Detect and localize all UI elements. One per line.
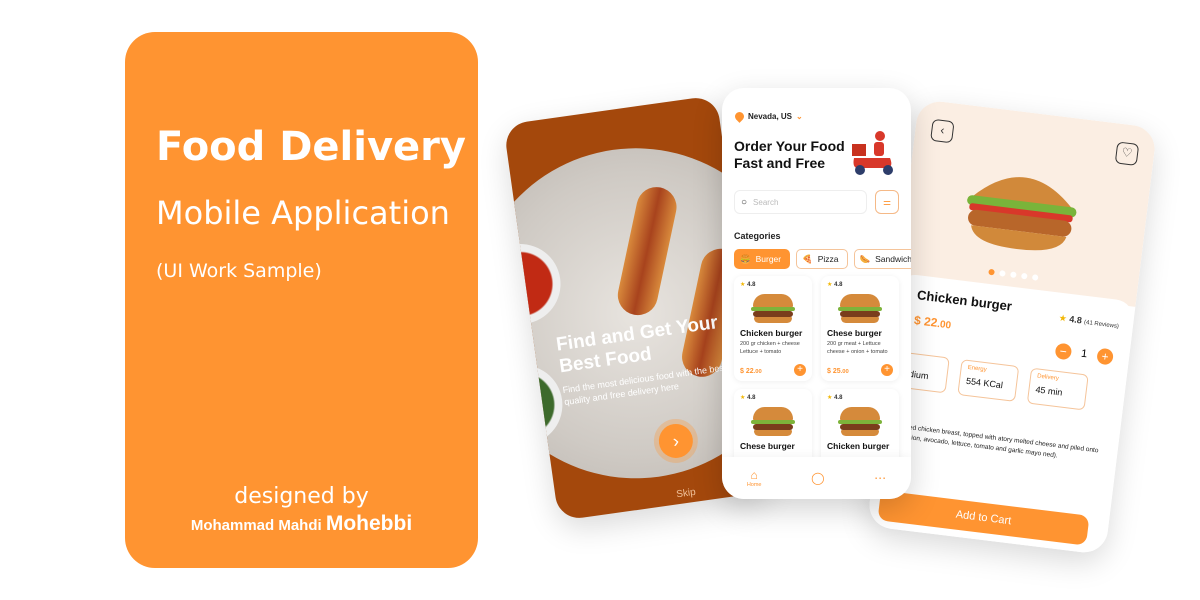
designed-by: designed by xyxy=(234,484,369,509)
star-icon: ★ xyxy=(827,395,833,401)
nav-cart[interactable]: ◯ xyxy=(811,471,824,485)
hero: ‹ ♡ xyxy=(897,98,1158,307)
star-icon: ★ xyxy=(740,395,746,401)
search-icon: ○ xyxy=(741,196,748,208)
nav-home[interactable]: ⌂ Home xyxy=(747,468,762,488)
product-rating: ★ 4.8 (41 Reviews) xyxy=(1058,312,1120,330)
delivery-info: Delivery 45 min xyxy=(1026,367,1089,411)
skip-link[interactable]: Skip xyxy=(676,487,697,501)
ketchup-bowl xyxy=(503,238,566,330)
location-pin-icon xyxy=(733,110,746,123)
location-selector[interactable]: Nevada, US ⌄ xyxy=(733,110,803,123)
about-text: y seasoned chicken breast, topped with a… xyxy=(881,421,1099,460)
chevron-down-icon: ⌄ xyxy=(796,112,803,121)
quantity-stepper[interactable]: −1 + xyxy=(1054,342,1115,366)
burger-image xyxy=(838,407,882,437)
delivery-scooter-icon xyxy=(852,131,893,175)
energy-info: Energy 554 KCal xyxy=(957,359,1020,402)
burger-image xyxy=(751,294,795,324)
star-icon: ★ xyxy=(740,282,746,288)
carousel-dots[interactable] xyxy=(988,268,1039,281)
burger-image xyxy=(967,177,1077,251)
categories-title: Categories xyxy=(734,231,781,241)
chevron-right-icon: › xyxy=(671,430,681,452)
star-icon: ★ xyxy=(827,282,833,288)
headline: Order Your Food Fast and Free xyxy=(734,138,845,171)
promo-title: Food Delivery xyxy=(156,124,466,170)
favorite-heart-icon[interactable]: ♡ xyxy=(1114,141,1140,166)
promo-subtitle: Mobile Application xyxy=(156,194,450,232)
greens-bowl xyxy=(503,359,568,451)
home-icon: ⌂ xyxy=(750,468,758,482)
product-price: $ 22.00 xyxy=(913,313,952,332)
home-screen: Nevada, US ⌄ Order Your Food Fast and Free… xyxy=(722,88,911,499)
bottom-nav: ⌂ Home ◯ ⋯ xyxy=(722,457,911,499)
add-button[interactable]: + xyxy=(794,364,806,376)
author: Mohammad Mahdi Mohebbi xyxy=(190,512,413,535)
product-name: Chicken burger xyxy=(916,287,1013,314)
filter-icon: ⚌ xyxy=(882,197,892,207)
food-card[interactable]: ★ 4.8 Chese burger 200 gr meat + Lettuce c… xyxy=(821,276,899,381)
nav-more[interactable]: ⋯ xyxy=(874,471,886,485)
plus-button[interactable]: + xyxy=(1096,347,1115,366)
promo-card: Food Delivery Mobile Application (UI Wor… xyxy=(125,32,478,568)
food-card[interactable]: ★ 4.8 Chicken burger 200 gr chicken + chee… xyxy=(734,276,812,381)
star-icon: ★ xyxy=(1058,312,1068,324)
filter-button[interactable]: ⚌ xyxy=(875,190,899,214)
more-icon: ⋯ xyxy=(874,471,887,485)
promo-note: (UI Work Sample) xyxy=(156,260,322,282)
burger-image xyxy=(838,294,882,324)
hotdog-image xyxy=(614,183,681,319)
minus-button[interactable]: − xyxy=(1054,342,1073,361)
category-pizza[interactable]: 🍕 Pizza xyxy=(796,249,848,269)
category-burger[interactable]: 🍔 Burger xyxy=(734,249,791,269)
bag-icon: ◯ xyxy=(811,471,825,485)
add-button[interactable]: + xyxy=(881,364,893,376)
burger-image xyxy=(751,407,795,437)
category-sandwich[interactable]: 🌭 Sandwich xyxy=(853,249,911,269)
search-input[interactable]: ○ Search xyxy=(734,190,867,214)
back-button[interactable]: ‹ xyxy=(930,118,955,144)
